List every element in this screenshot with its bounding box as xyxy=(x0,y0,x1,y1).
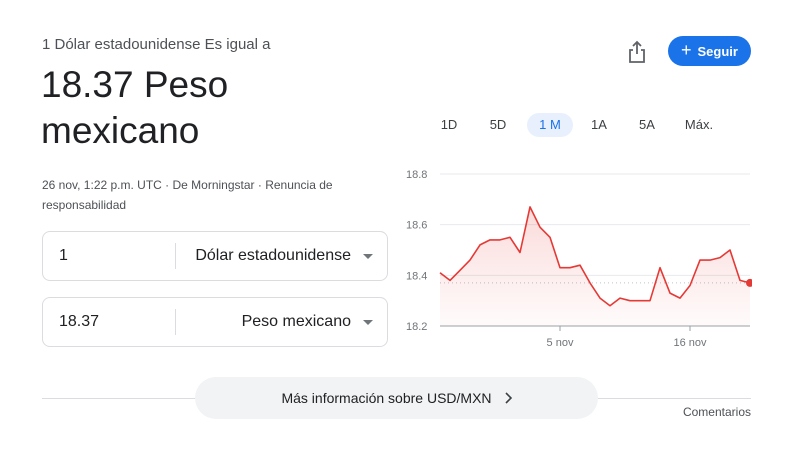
from-currency-label: Dólar estadounidense xyxy=(195,247,351,264)
conversion-subtitle: 1 Dólar estadounidense Es igual a xyxy=(42,36,271,53)
tab-range-1a[interactable]: 1A xyxy=(578,113,620,137)
timestamp-source: 26 nov, 1:22 p.m. UTC · De Morningstar ·… xyxy=(42,178,333,212)
more-info-label: Más información sobre USD/MXN xyxy=(281,390,492,406)
follow-label: Seguir xyxy=(697,43,738,59)
to-currency-label: Peso mexicano xyxy=(241,313,351,330)
from-amount-input[interactable]: 1 xyxy=(43,232,175,280)
tab-range-5a[interactable]: 5A xyxy=(622,113,672,137)
chevron-right-icon xyxy=(504,392,512,404)
range-tabs: 1D 5D 1 M 1A 5A Máx. xyxy=(428,113,726,137)
y-tick-label: 18.8 xyxy=(406,169,427,181)
from-currency-select[interactable]: Dólar estadounidense xyxy=(176,232,387,280)
y-tick-label: 18.2 xyxy=(406,321,427,333)
x-tick-label: 16 nov xyxy=(673,337,707,349)
price-chart: 18.8 18.6 18.4 18.2 5 nov 16 nov xyxy=(406,169,752,349)
tab-range-5d[interactable]: 5D xyxy=(472,113,524,137)
tab-range-1d[interactable]: 1D xyxy=(428,113,470,137)
caret-down-icon xyxy=(363,319,373,325)
to-amount-input[interactable]: 18.37 xyxy=(43,298,175,346)
tab-range-max[interactable]: Máx. xyxy=(672,113,726,137)
more-info-button[interactable]: Más información sobre USD/MXN xyxy=(195,377,598,419)
share-button[interactable] xyxy=(623,38,651,66)
share-icon xyxy=(629,40,645,63)
caret-down-icon xyxy=(363,253,373,259)
plus-icon: + xyxy=(681,40,692,60)
y-tick-label: 18.6 xyxy=(406,220,427,232)
follow-button[interactable]: + Seguir xyxy=(668,36,751,66)
y-tick-label: 18.4 xyxy=(406,270,427,282)
to-currency-select[interactable]: Peso mexicano xyxy=(176,298,387,346)
from-converter-row: 1 Dólar estadounidense xyxy=(42,231,388,281)
tab-range-1m[interactable]: 1 M xyxy=(527,113,573,137)
x-tick-label: 5 nov xyxy=(547,337,574,349)
to-converter-row: 18.37 Peso mexicano xyxy=(42,297,388,347)
converted-value: 18.37 Peso mexicano xyxy=(41,64,229,151)
feedback-link[interactable]: Comentarios xyxy=(683,405,751,419)
